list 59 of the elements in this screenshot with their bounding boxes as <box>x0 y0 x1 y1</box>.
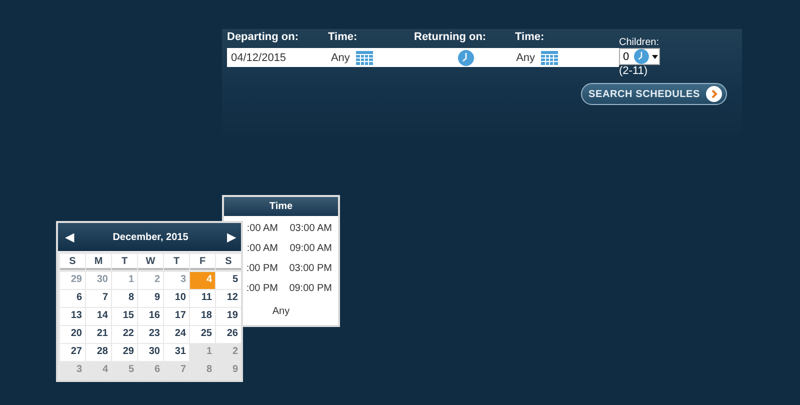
calendar-day[interactable]: 13 <box>60 308 85 325</box>
calendar-day[interactable]: 24 <box>164 326 189 343</box>
calendar-day[interactable]: 14 <box>86 308 111 325</box>
time-label: Time: <box>515 31 546 45</box>
calendar-day[interactable]: 11 <box>190 290 215 307</box>
calendar-day[interactable]: 17 <box>164 308 189 325</box>
calendar-day[interactable]: 20 <box>60 326 85 343</box>
calendar-day[interactable]: 27 <box>60 344 85 361</box>
previous-month-button[interactable]: ◀ <box>63 231 76 243</box>
time-option[interactable]: 09:00 PM <box>282 283 336 294</box>
calendar-day[interactable]: 25 <box>190 326 215 343</box>
time-option[interactable]: 03:00 PM <box>282 263 336 274</box>
children-range: (2-11) <box>619 65 649 77</box>
calendar-day[interactable]: 5 <box>216 272 241 289</box>
departing-date-field[interactable]: 04/12/2015 <box>231 52 331 64</box>
calendar-icon[interactable] <box>541 50 558 64</box>
returning-time-field[interactable]: Any <box>516 52 536 64</box>
calendar-day[interactable]: 30 <box>138 344 163 361</box>
calendar-day[interactable]: 10 <box>164 290 189 307</box>
time-option[interactable]: 09:00 AM <box>282 243 336 254</box>
chevron-right-icon <box>706 86 722 102</box>
calendar-day[interactable]: 16 <box>138 308 163 325</box>
clock-icon <box>634 49 650 64</box>
children-select[interactable]: 0 <box>619 48 660 65</box>
calendar-day[interactable]: 15 <box>112 308 137 325</box>
calendar-day[interactable]: 19 <box>216 308 241 325</box>
departing-label: Departing on: <box>227 31 300 45</box>
calendar-day[interactable]: 22 <box>112 326 137 343</box>
weekday-header: M <box>86 254 111 270</box>
calendar-day[interactable]: 7 <box>86 290 111 307</box>
calendar-day[interactable]: 6 <box>60 290 85 307</box>
returning-label: Returning on: <box>414 31 488 45</box>
calendar-day[interactable]: 28 <box>86 344 111 361</box>
departing-time-field[interactable]: Any <box>330 52 350 64</box>
calendar-day[interactable]: 29 <box>112 344 137 361</box>
weekday-header: T <box>112 254 137 270</box>
calendar-day[interactable]: 8 <box>112 290 137 307</box>
calendar-day[interactable]: 23 <box>138 326 163 343</box>
month-title: December, 2015 <box>112 232 188 242</box>
weekday-header: S <box>60 254 85 270</box>
calendar-day[interactable]: 18 <box>190 308 215 325</box>
time-label: Time: <box>328 31 358 45</box>
children-label: Children: <box>619 37 660 48</box>
calendar-day[interactable]: 21 <box>86 326 111 343</box>
calendar-day[interactable]: 9 <box>138 290 163 307</box>
clock-icon[interactable] <box>458 50 474 66</box>
next-month-button[interactable]: ▶ <box>225 231 238 243</box>
calendar-icon[interactable] <box>356 50 373 64</box>
dropdown-arrow-icon <box>652 54 658 58</box>
weekday-header: W <box>138 254 163 270</box>
calendar-day[interactable]: 31 <box>164 344 189 361</box>
weekday-header: F <box>190 254 215 270</box>
weekday-header: S <box>216 254 241 270</box>
search-schedules-button[interactable]: SEARCH SCHEDULES <box>580 83 727 105</box>
weekday-header: T <box>164 254 189 270</box>
time-option[interactable]: 03:00 AM <box>282 223 336 234</box>
calendar-day[interactable]: 26 <box>216 326 241 343</box>
calendar-day[interactable]: 12 <box>216 290 241 307</box>
time-popup-title: Time <box>224 197 338 216</box>
